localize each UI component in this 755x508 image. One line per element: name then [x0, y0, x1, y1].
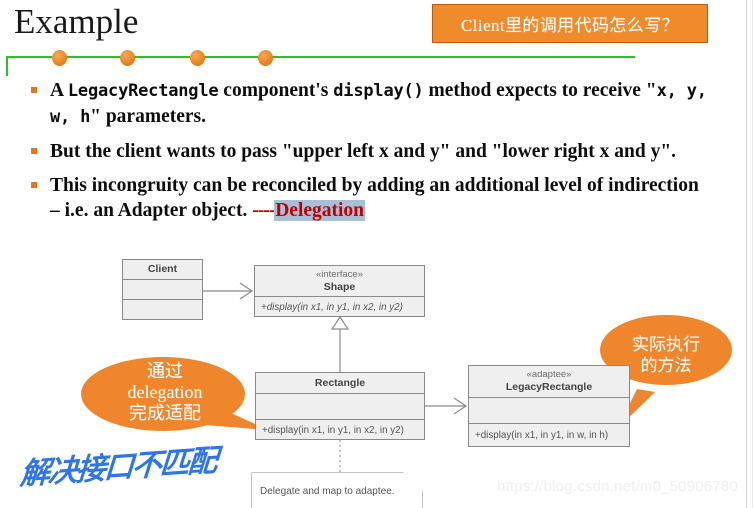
right-border-rule-outer: [752, 0, 753, 508]
callout-left-line1: 通过: [147, 361, 183, 381]
divider-dot-2: [120, 50, 135, 66]
uml-client-attributes: [123, 280, 202, 300]
bullet-1-seg-legacyrectangle: LegacyRectangle: [67, 81, 219, 101]
uml-legacyrectangle-operation: +display(in x1, in y1, in w, in h): [475, 430, 609, 441]
uml-shape-name: Shape: [323, 280, 356, 293]
delegation-highlight: Delegation: [274, 200, 366, 221]
bullet-1-seg-display: display(): [333, 81, 424, 101]
page-title: Example: [14, 2, 139, 41]
uml-rectangle-attributes: [256, 394, 424, 420]
callout-left-text: 通过 delegation 完成适配: [92, 361, 238, 424]
bullet-list: A LegacyRectangle component's display() …: [22, 78, 712, 232]
uml-client-header: Client: [123, 260, 202, 280]
divider-dot-4: [258, 50, 273, 66]
uml-rectangle-header: Rectangle: [256, 373, 424, 394]
uml-client-name: Client: [147, 263, 178, 275]
uml-note: Delegate and map to adaptee.: [252, 473, 422, 508]
uml-legacyrectangle-name: LegacyRectangle: [505, 381, 593, 393]
callout-right-line1: 实际执行: [632, 335, 700, 354]
header-callout-label: Client里的调用代码怎么写？: [461, 16, 679, 35]
uml-client-operations: [123, 300, 202, 320]
uml-rectangle-operation: +display(in x1, in y1, in x2, in y2): [262, 424, 404, 436]
uml-class-client: Client: [122, 259, 203, 320]
header-callout-box: Client里的调用代码怎么写？: [432, 4, 708, 43]
watermark-text: https://blog.csdn.net/m0_50906780: [497, 478, 738, 495]
uml-class-rectangle: Rectangle +display(in x1, in y1, in x2, …: [255, 372, 425, 440]
uml-legacyrectangle-attributes: [469, 398, 629, 424]
bullet-item-3: This incongruity can be reconciled by ad…: [22, 173, 712, 223]
bullet-1-seg-d: " parameters.: [90, 106, 207, 127]
bullet-1-seg-a: A: [50, 80, 68, 101]
callout-left-line3: 完成适配: [129, 403, 201, 423]
uml-legacyrectangle-stereotype: «adaptee»: [526, 369, 572, 380]
divider-dot-3: [190, 50, 205, 66]
bullet-2-text: But the client wants to pass "upper left…: [50, 141, 677, 162]
uml-shape-header: «interface» Shape: [255, 266, 424, 297]
handwritten-annotation: 解决接口不匹配: [18, 443, 217, 493]
bullet-1-seg-c: method expects to receive ": [423, 80, 657, 101]
uml-shape-stereotype: «interface»: [315, 268, 363, 280]
uml-class-shape: «interface» Shape +display(in x1, in y1,…: [254, 265, 425, 317]
bullet-3-text: This incongruity can be reconciled by ad…: [50, 175, 699, 221]
uml-class-legacyrectangle: «adaptee» LegacyRectangle +display(in x1…: [468, 365, 630, 447]
uml-note-text: Delegate and map to adaptee.: [260, 486, 395, 497]
callout-left-line2: delegation: [127, 382, 203, 402]
bullet-item-1: A LegacyRectangle component's display() …: [22, 78, 712, 130]
slide-canvas: Example Client里的调用代码怎么写？ A LegacyRectang…: [0, 0, 755, 508]
divider-dot-1: [52, 50, 67, 66]
uml-rectangle-name: Rectangle: [314, 376, 366, 389]
divider-line: [6, 56, 635, 58]
right-border-rule: [746, 0, 747, 508]
uml-legacyrectangle-header: «adaptee» LegacyRectangle: [469, 366, 629, 398]
bullet-item-2: But the client wants to pass "upper left…: [22, 139, 712, 164]
bullet-3-dashes: ----: [252, 200, 275, 221]
divider-tick: [6, 56, 8, 76]
bullet-1-seg-b: component's: [218, 80, 334, 101]
uml-shape-operation: +display(in x1, in y1, in x2, in y2): [261, 301, 403, 313]
